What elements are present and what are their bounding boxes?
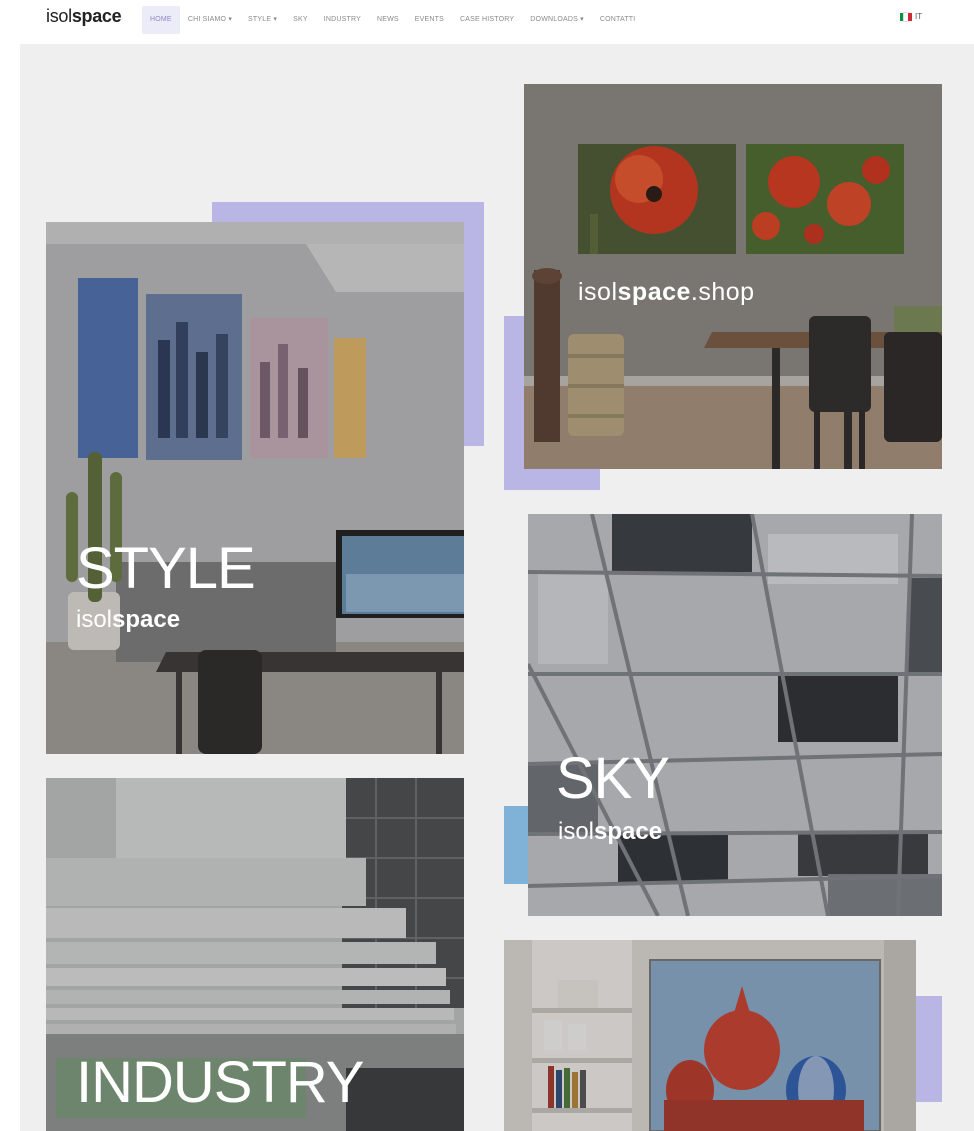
- industry-tile[interactable]: INDUSTRY: [46, 778, 464, 1131]
- shop-label-suffix: .shop: [690, 278, 755, 306]
- nav-label-style: STYLE: [248, 16, 272, 23]
- shop-label-bold: space: [617, 278, 691, 306]
- chevron-down-icon: ▾: [228, 16, 233, 23]
- shop-tile-overlay: [524, 84, 942, 469]
- sky-tile[interactable]: SKY isolspace: [528, 514, 942, 916]
- chevron-down-icon: ▾: [580, 16, 584, 23]
- chevron-down-icon: ▾: [273, 16, 278, 23]
- site-logo[interactable]: isolspace: [46, 6, 122, 27]
- sky-tile-brand: isolspace: [558, 820, 662, 844]
- nav-label-news: NEWS: [376, 16, 399, 23]
- nav-label-home: HOME: [150, 16, 172, 23]
- nav-label-contatti: CONTATTI: [599, 16, 636, 23]
- shop-tile-label: isolspace.shop: [578, 280, 755, 305]
- sky-tile-overlay: [528, 514, 942, 916]
- top-navigation-bar: isolspace HOME CHI SIAMO ▾ STYLE ▾ SKY I…: [0, 0, 974, 38]
- style-brand-bold: space: [112, 606, 181, 633]
- nav-item-case-history[interactable]: CASE HISTORY: [452, 6, 522, 34]
- style-tile-title: STYLE: [76, 536, 256, 601]
- nav-label-sky: SKY: [293, 16, 308, 23]
- logo-light-part: isol: [46, 6, 72, 26]
- sky-tile-title: SKY: [556, 746, 670, 811]
- nav-label-industry: INDUSTRY: [323, 16, 361, 23]
- main-menu: HOME CHI SIAMO ▾ STYLE ▾ SKY INDUSTRY NE…: [142, 6, 643, 34]
- shop-tile[interactable]: isolspace.shop: [524, 84, 942, 469]
- style-tile-brand: isolspace: [76, 608, 180, 632]
- nav-item-home[interactable]: HOME: [142, 6, 180, 34]
- nav-label-events: EVENTS: [414, 16, 445, 23]
- nav-item-industry[interactable]: INDUSTRY: [316, 6, 369, 34]
- nav-item-contatti[interactable]: CONTATTI: [592, 6, 644, 34]
- nav-item-style[interactable]: STYLE ▾: [240, 6, 285, 34]
- style-tile-overlay: [46, 222, 464, 754]
- nav-item-events[interactable]: EVENTS: [407, 6, 452, 34]
- nav-label-downloads: DOWNLOADS: [530, 16, 578, 23]
- industry-tile-title: INDUSTRY: [76, 1050, 364, 1115]
- style-brand-light: isol: [76, 606, 113, 633]
- italy-flag-icon: [900, 11, 912, 22]
- nav-item-chi-siamo[interactable]: CHI SIAMO ▾: [180, 6, 240, 34]
- nav-item-downloads[interactable]: DOWNLOADS ▾: [522, 6, 592, 34]
- nav-item-sky[interactable]: SKY: [285, 6, 316, 34]
- nav-label-case-history: CASE HISTORY: [460, 16, 515, 23]
- shop-label-light: isol: [578, 278, 618, 306]
- nav-label-chi-siamo: CHI SIAMO: [187, 16, 227, 23]
- language-code: IT: [915, 12, 923, 21]
- style-tile[interactable]: STYLE isolspace: [46, 222, 464, 754]
- project-tile-overlay: [504, 940, 916, 1131]
- nav-item-news[interactable]: NEWS: [369, 6, 407, 34]
- sky-brand-light: isol: [558, 818, 595, 845]
- logo-bold-part: space: [71, 6, 122, 26]
- project-tile[interactable]: [504, 940, 916, 1131]
- sky-brand-bold: space: [594, 818, 663, 845]
- language-switcher[interactable]: IT: [900, 11, 923, 22]
- tiles-grid: isolspace.shop STYLE isolspace SKY isols…: [20, 44, 974, 1131]
